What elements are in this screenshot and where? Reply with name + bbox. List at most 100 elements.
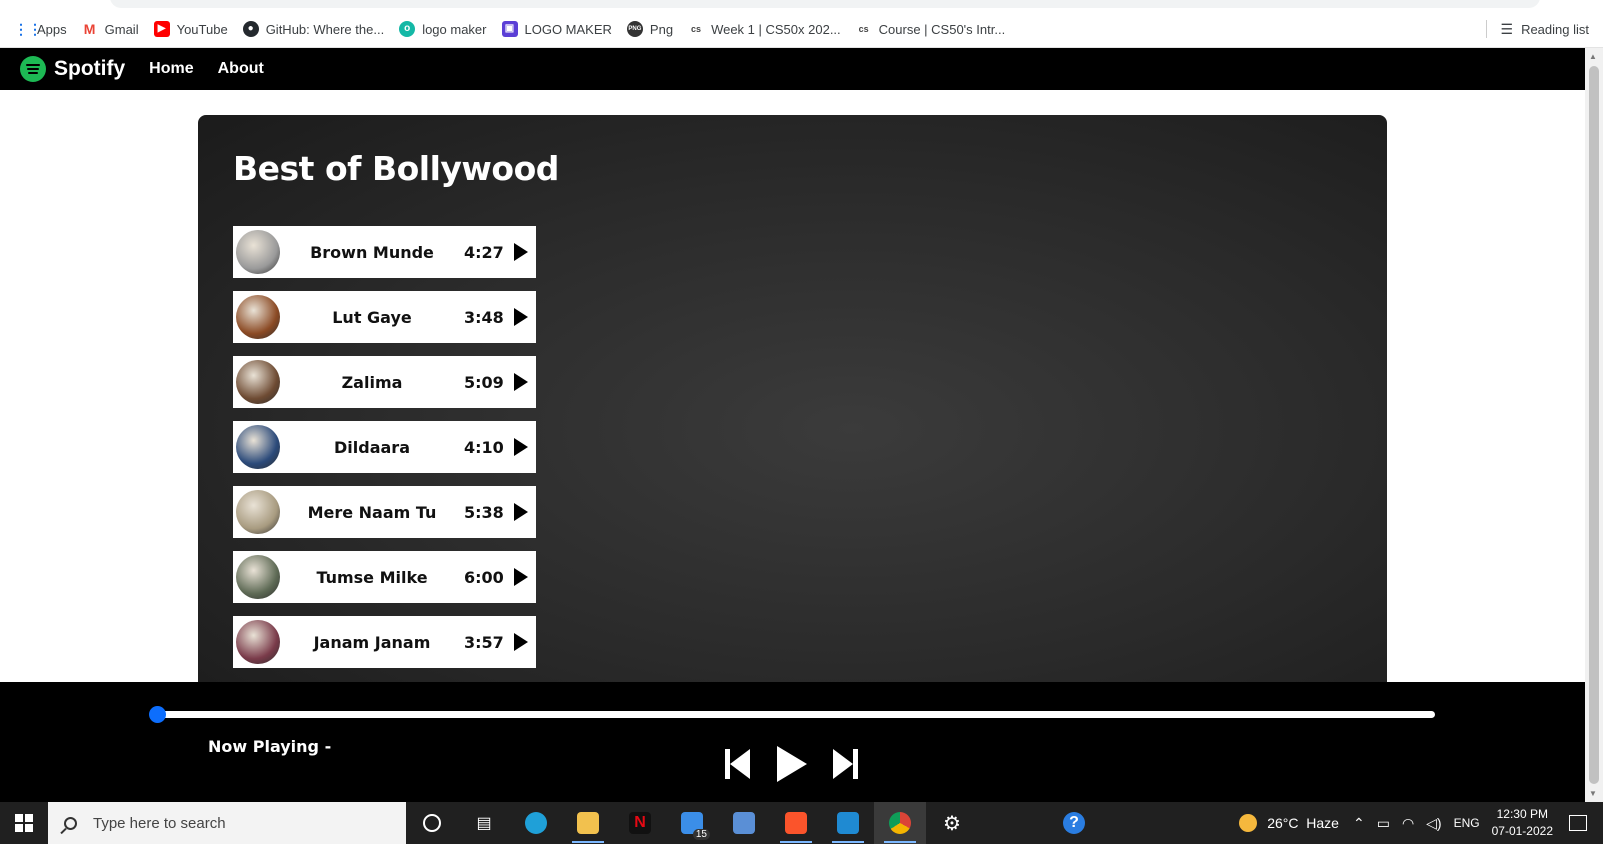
- bookmark-logo-maker-2[interactable]: ▣ LOGO MAKER: [501, 21, 612, 37]
- start-button[interactable]: [0, 802, 48, 844]
- chrome-app[interactable]: [874, 802, 926, 844]
- scroll-up-icon[interactable]: ▲: [1589, 52, 1597, 61]
- help-icon: ?: [1063, 812, 1085, 834]
- netflix-app[interactable]: N: [614, 802, 666, 844]
- spotify-logo-icon: [20, 56, 46, 82]
- mail-badge: 15: [692, 829, 710, 840]
- bookmark-label: LOGO MAKER: [524, 21, 612, 37]
- play-button[interactable]: [773, 742, 811, 782]
- song-item[interactable]: Zalima 5:09: [233, 356, 536, 408]
- song-item[interactable]: Dildaara 4:10: [233, 421, 536, 473]
- battery-icon[interactable]: ▭: [1377, 815, 1390, 832]
- windows-logo-icon: [15, 814, 33, 832]
- bookmark-gmail[interactable]: M Gmail: [81, 21, 139, 37]
- task-view-button[interactable]: ▤: [458, 802, 510, 844]
- weather-label[interactable]: 26°C Haze: [1267, 815, 1339, 831]
- github-icon: ●: [242, 21, 259, 37]
- brave-app[interactable]: [770, 802, 822, 844]
- song-item[interactable]: Lut Gaye 3:48: [233, 291, 536, 343]
- search-placeholder: Type here to search: [93, 814, 226, 832]
- song-duration: 4:27: [464, 242, 504, 262]
- nav-home-link[interactable]: Home: [149, 60, 193, 78]
- app-icon-blue[interactable]: [718, 802, 770, 844]
- play-icon[interactable]: [514, 633, 528, 651]
- bookmark-github[interactable]: ● GitHub: Where the...: [242, 21, 384, 37]
- play-icon[interactable]: [514, 503, 528, 521]
- page-scrollbar[interactable]: ▲ ▼: [1585, 48, 1603, 802]
- play-icon[interactable]: [514, 373, 528, 391]
- youtube-icon: ▶: [153, 21, 170, 37]
- mail-app[interactable]: 15: [666, 802, 718, 844]
- play-icon: [777, 746, 807, 782]
- png-icon: PNG: [626, 21, 643, 37]
- edge-icon: [525, 812, 547, 834]
- song-cover-image: [236, 555, 280, 599]
- progress-slider[interactable]: [149, 706, 1435, 723]
- notification-icon[interactable]: [1569, 815, 1587, 831]
- brand-name: Spotify: [54, 57, 126, 80]
- next-button[interactable]: [833, 742, 860, 782]
- song-title: Zalima: [341, 372, 403, 392]
- clock-time: 12:30 PM: [1496, 807, 1548, 821]
- bookmark-cs50-week1[interactable]: cs Week 1 | CS50x 202...: [688, 21, 841, 37]
- song-item[interactable]: Brown Munde 4:27: [233, 226, 536, 278]
- brand-link[interactable]: Spotify: [20, 56, 125, 82]
- previous-arrow: [730, 749, 750, 779]
- bookmark-cs50-course[interactable]: cs Course | CS50's Intr...: [855, 21, 1006, 37]
- settings-app[interactable]: ⚙: [926, 802, 978, 844]
- bookmark-label: logo maker: [422, 21, 487, 37]
- bookmark-label: Course | CS50's Intr...: [878, 21, 1006, 37]
- song-duration: 4:10: [464, 437, 504, 457]
- song-duration: 3:57: [464, 632, 504, 652]
- song-item[interactable]: Mere Naam Tu 5:38: [233, 486, 536, 538]
- bookmark-logo-maker[interactable]: o logo maker: [399, 21, 487, 37]
- bookmark-png[interactable]: PNG Png: [626, 21, 673, 37]
- wifi-icon[interactable]: ◠: [1402, 815, 1414, 832]
- song-title: Dildaara: [334, 437, 410, 457]
- address-bar[interactable]: [110, 0, 1540, 8]
- scroll-down-icon[interactable]: ▼: [1589, 789, 1597, 798]
- playlist-title: Best of Bollywood: [233, 149, 559, 188]
- help-app[interactable]: ?: [1048, 802, 1100, 844]
- progress-knob[interactable]: [149, 706, 166, 723]
- cortana-button[interactable]: [406, 802, 458, 844]
- song-item[interactable]: Janam Janam 3:57: [233, 616, 536, 668]
- volume-icon[interactable]: ◁): [1426, 815, 1441, 832]
- song-title: Janam Janam: [313, 632, 431, 652]
- clock[interactable]: 12:30 PM 07-01-2022: [1492, 806, 1553, 840]
- play-icon[interactable]: [514, 243, 528, 261]
- play-icon[interactable]: [514, 308, 528, 326]
- cortana-icon: [423, 814, 441, 832]
- play-icon[interactable]: [514, 438, 528, 456]
- reading-list-label: Reading list: [1521, 21, 1589, 37]
- now-playing-label: Now Playing -: [208, 737, 332, 756]
- edge-app[interactable]: [510, 802, 562, 844]
- reading-list-button[interactable]: ☰ Reading list: [1485, 18, 1589, 40]
- language-indicator[interactable]: ENG: [1454, 816, 1480, 830]
- song-cover-image: [236, 620, 280, 664]
- song-item[interactable]: Tumse Milke 6:00: [233, 551, 536, 603]
- bookmark-label: Gmail: [104, 21, 139, 37]
- chrome-icon: [889, 812, 911, 834]
- bookmark-label: Apps: [37, 21, 67, 37]
- playback-controls: [725, 742, 860, 782]
- bookmark-youtube[interactable]: ▶ YouTube: [153, 21, 228, 37]
- file-explorer-app[interactable]: [562, 802, 614, 844]
- brave-icon: [785, 812, 807, 834]
- song-cover-image: [236, 360, 280, 404]
- gear-icon: ⚙: [943, 812, 961, 835]
- song-cover-image: [236, 425, 280, 469]
- play-icon[interactable]: [514, 568, 528, 586]
- bookmark-apps[interactable]: ⋮⋮ Apps: [14, 21, 67, 37]
- song-duration: 6:00: [464, 567, 504, 587]
- previous-button[interactable]: [725, 742, 750, 782]
- vscode-app[interactable]: [822, 802, 874, 844]
- chevron-up-icon[interactable]: ⌃: [1353, 815, 1365, 832]
- nav-about-link[interactable]: About: [218, 60, 264, 78]
- playlist-container: Best of Bollywood Brown Munde 4:27 Lut G…: [198, 115, 1387, 685]
- song-list: Brown Munde 4:27 Lut Gaye 3:48 Zalima 5:…: [233, 226, 536, 681]
- bookmark-label: Week 1 | CS50x 202...: [711, 21, 841, 37]
- taskbar-search[interactable]: Type here to search: [48, 802, 406, 844]
- music-player-bar: Now Playing -: [0, 682, 1585, 802]
- scroll-thumb[interactable]: [1589, 66, 1599, 784]
